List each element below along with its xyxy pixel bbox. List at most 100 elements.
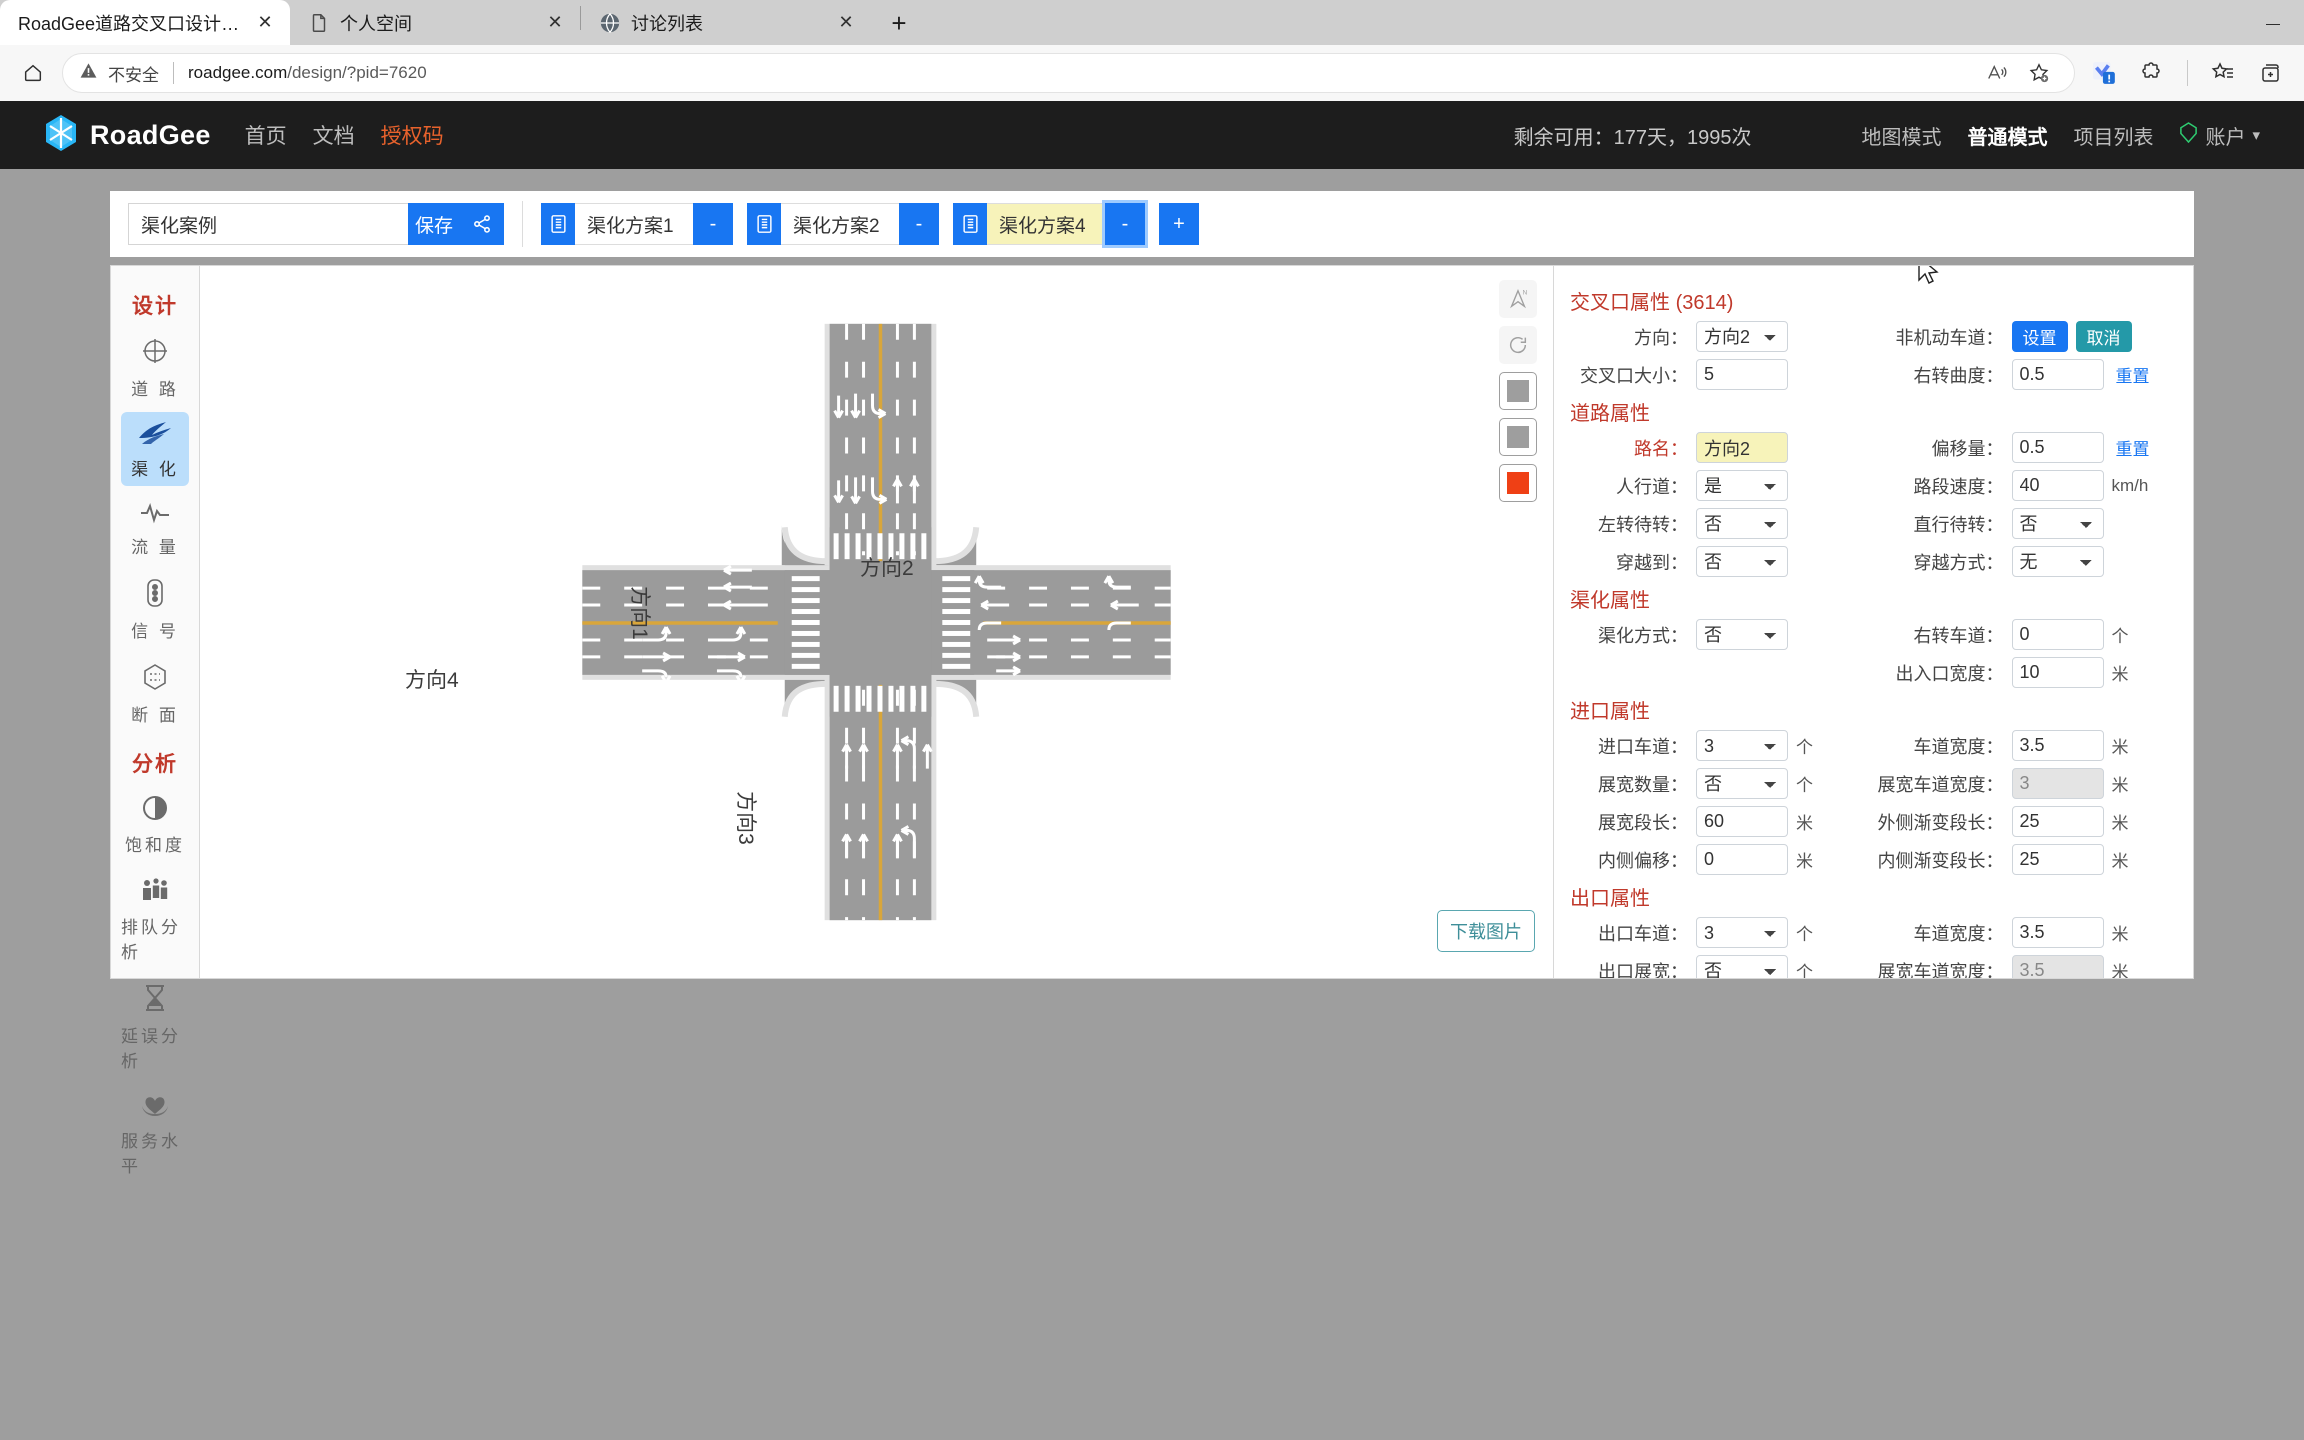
inner-offset-input[interactable] bbox=[1696, 844, 1788, 875]
favorites-list-icon[interactable] bbox=[2204, 54, 2242, 92]
sidebar-item-delay-analysis[interactable]: 延误分析 bbox=[121, 975, 189, 1078]
save-button[interactable]: 保存 bbox=[408, 203, 460, 245]
scheme-remove-button[interactable]: - bbox=[899, 203, 939, 245]
scheme-remove-button[interactable]: - bbox=[1102, 200, 1148, 248]
exit-lanes-select[interactable]: 3 bbox=[1696, 917, 1788, 948]
property-row: 路名： 偏移量： 重置 bbox=[1570, 432, 2177, 463]
cross-mode-select[interactable]: 无 bbox=[2011, 546, 2104, 577]
field-road-name: 路名： bbox=[1570, 432, 1874, 463]
offset-input[interactable] bbox=[2011, 432, 2104, 463]
nav-item-docs[interactable]: 文档 bbox=[313, 120, 355, 150]
collections-icon[interactable] bbox=[2252, 54, 2290, 92]
download-image-button[interactable]: 下载图片 bbox=[1437, 910, 1535, 952]
extensions-puzzle-icon[interactable] bbox=[2133, 54, 2171, 92]
intersection-size-input[interactable] bbox=[1696, 359, 1788, 390]
color-swatch-gray-2[interactable] bbox=[1499, 418, 1537, 456]
window-minimize-button[interactable]: — bbox=[2242, 0, 2304, 45]
section-title-entry: 进口属性 bbox=[1570, 701, 1650, 723]
unit-label: km/h bbox=[2111, 475, 2149, 495]
exit-widen-select[interactable]: 否 bbox=[1696, 955, 1788, 978]
sidebar-item-road[interactable]: 道 路 bbox=[121, 328, 189, 406]
design-canvas[interactable]: .rd { fill:#9b9b9b; } .edge { fill:#e0e0… bbox=[200, 265, 1554, 979]
refresh-rotate-icon[interactable] bbox=[1499, 326, 1537, 364]
browser-tab-1[interactable]: 个人空间 ✕ bbox=[290, 0, 580, 45]
right-turn-curve-input[interactable] bbox=[2011, 359, 2104, 390]
extension-badge-icon[interactable] bbox=[2085, 54, 2123, 92]
straight-wait-select[interactable]: 否 bbox=[2011, 508, 2104, 539]
browser-tab-2[interactable]: 讨论列表 ✕ bbox=[581, 0, 871, 45]
direction-select[interactable]: 方向2 bbox=[1696, 321, 1788, 352]
home-icon[interactable] bbox=[14, 54, 52, 92]
sidebar-item-flow[interactable]: 流 量 bbox=[121, 492, 189, 564]
share-icon[interactable] bbox=[460, 203, 504, 245]
inner-taper-input[interactable] bbox=[2011, 844, 2104, 875]
widen-length-input[interactable] bbox=[1696, 806, 1788, 837]
entry-lane-width-input[interactable] bbox=[2011, 730, 2104, 761]
scheme-tab-1[interactable]: 渠化方案1 - bbox=[541, 203, 733, 245]
close-icon[interactable]: ✕ bbox=[542, 10, 568, 36]
nonmotor-cancel-button[interactable]: 取消 bbox=[2075, 321, 2132, 352]
field-label: 出口展宽： bbox=[1598, 961, 1688, 979]
quota-text: 剩余可用：177天，1995次 bbox=[1513, 126, 1752, 149]
nav-item-license[interactable]: 授权码 bbox=[381, 120, 444, 150]
property-row: 穿越到： 否 穿越方式： 无 bbox=[1570, 546, 2177, 577]
field-label: 路段速度： bbox=[1913, 476, 2004, 497]
field-widen-count: 展宽数量： 否 个 bbox=[1570, 768, 1874, 799]
mode-map[interactable]: 地图模式 bbox=[1861, 121, 1941, 150]
right-turn-lane-input[interactable] bbox=[2011, 619, 2104, 650]
close-icon[interactable]: ✕ bbox=[833, 10, 859, 36]
speed-input[interactable] bbox=[2011, 470, 2104, 501]
sidebar-item-label: 信 号 bbox=[131, 622, 179, 641]
new-tab-button[interactable]: + bbox=[877, 4, 921, 42]
address-bar[interactable]: 不安全 roadgee.com/design/?pid=7620 bbox=[62, 53, 2075, 93]
outer-taper-input[interactable] bbox=[2011, 806, 2104, 837]
road-name-input[interactable] bbox=[1696, 432, 1788, 463]
project-name-input[interactable] bbox=[128, 203, 408, 245]
field-label: 人行道： bbox=[1616, 476, 1688, 497]
entrance-width-input[interactable] bbox=[2011, 657, 2104, 688]
entry-lanes-select[interactable]: 3 bbox=[1696, 730, 1788, 761]
browser-tab-0[interactable]: RoadGee道路交叉口设计软件 ✕ bbox=[0, 0, 290, 45]
sidebar-item-label: 排队分析 bbox=[121, 918, 181, 962]
scheme-tab-2[interactable]: 渠化方案2 - bbox=[747, 203, 939, 245]
sidebar-item-service-level[interactable]: 服务水平 bbox=[121, 1084, 189, 1183]
scheme-remove-button[interactable]: - bbox=[693, 203, 733, 245]
sidewalk-select[interactable]: 是 bbox=[1696, 470, 1788, 501]
unit-label: 米 bbox=[2111, 776, 2129, 795]
cross-to-select[interactable]: 否 bbox=[1696, 546, 1788, 577]
direction-label-east: 方向2 bbox=[860, 557, 914, 580]
header-right: 地图模式 普通模式 项目列表 账户 ▾ bbox=[1861, 121, 2260, 150]
sidebar-item-queue-analysis[interactable]: 排队分析 bbox=[121, 868, 189, 969]
mode-normal[interactable]: 普通模式 bbox=[1967, 121, 2047, 150]
sidebar-item-channelization[interactable]: 渠 化 bbox=[121, 412, 189, 486]
close-icon[interactable]: ✕ bbox=[252, 10, 278, 36]
exit-lane-width-input[interactable] bbox=[2011, 917, 2104, 948]
unit-label: 个 bbox=[1796, 738, 1813, 757]
channelization-mode-select[interactable]: 否 bbox=[1696, 619, 1788, 650]
read-aloud-icon[interactable] bbox=[1978, 54, 2016, 92]
brand[interactable]: RoadGee bbox=[44, 114, 211, 157]
add-favorite-icon[interactable] bbox=[2020, 54, 2058, 92]
scheme-icon bbox=[541, 203, 575, 245]
reset-link[interactable]: 重置 bbox=[2116, 435, 2150, 460]
scheme-tab-4[interactable]: 渠化方案4 - bbox=[953, 200, 1148, 248]
account-menu[interactable]: 账户 ▾ bbox=[2179, 121, 2260, 150]
widen-count-select[interactable]: 否 bbox=[1696, 768, 1788, 799]
sidebar-item-cross-section[interactable]: 断 面 bbox=[121, 654, 189, 732]
nonmotor-set-button[interactable]: 设置 bbox=[2011, 321, 2068, 352]
field-right-turn-curve: 右转曲度： 重置 bbox=[1874, 359, 2178, 390]
browser-tab-strip: RoadGee道路交叉口设计软件 ✕ 个人空间 ✕ 讨论列表 ✕ + — bbox=[0, 0, 2304, 45]
sidebar-item-saturation[interactable]: 饱和度 bbox=[121, 786, 189, 862]
sidebar-item-signal[interactable]: 信 号 bbox=[121, 570, 189, 648]
color-swatch-orange[interactable] bbox=[1499, 464, 1537, 502]
nav-item-home[interactable]: 首页 bbox=[245, 120, 287, 150]
field-label: 左转待转： bbox=[1598, 514, 1688, 535]
north-compass-icon[interactable]: N bbox=[1499, 280, 1537, 318]
nav-project-list[interactable]: 项目列表 bbox=[2073, 121, 2153, 150]
left-wait-select[interactable]: 否 bbox=[1696, 508, 1788, 539]
canvas-tool-strip: N bbox=[1499, 280, 1537, 502]
add-scheme-button[interactable]: + bbox=[1159, 203, 1199, 245]
channelization-icon bbox=[138, 420, 172, 451]
reset-link[interactable]: 重置 bbox=[2116, 362, 2150, 387]
color-swatch-gray-1[interactable] bbox=[1499, 372, 1537, 410]
